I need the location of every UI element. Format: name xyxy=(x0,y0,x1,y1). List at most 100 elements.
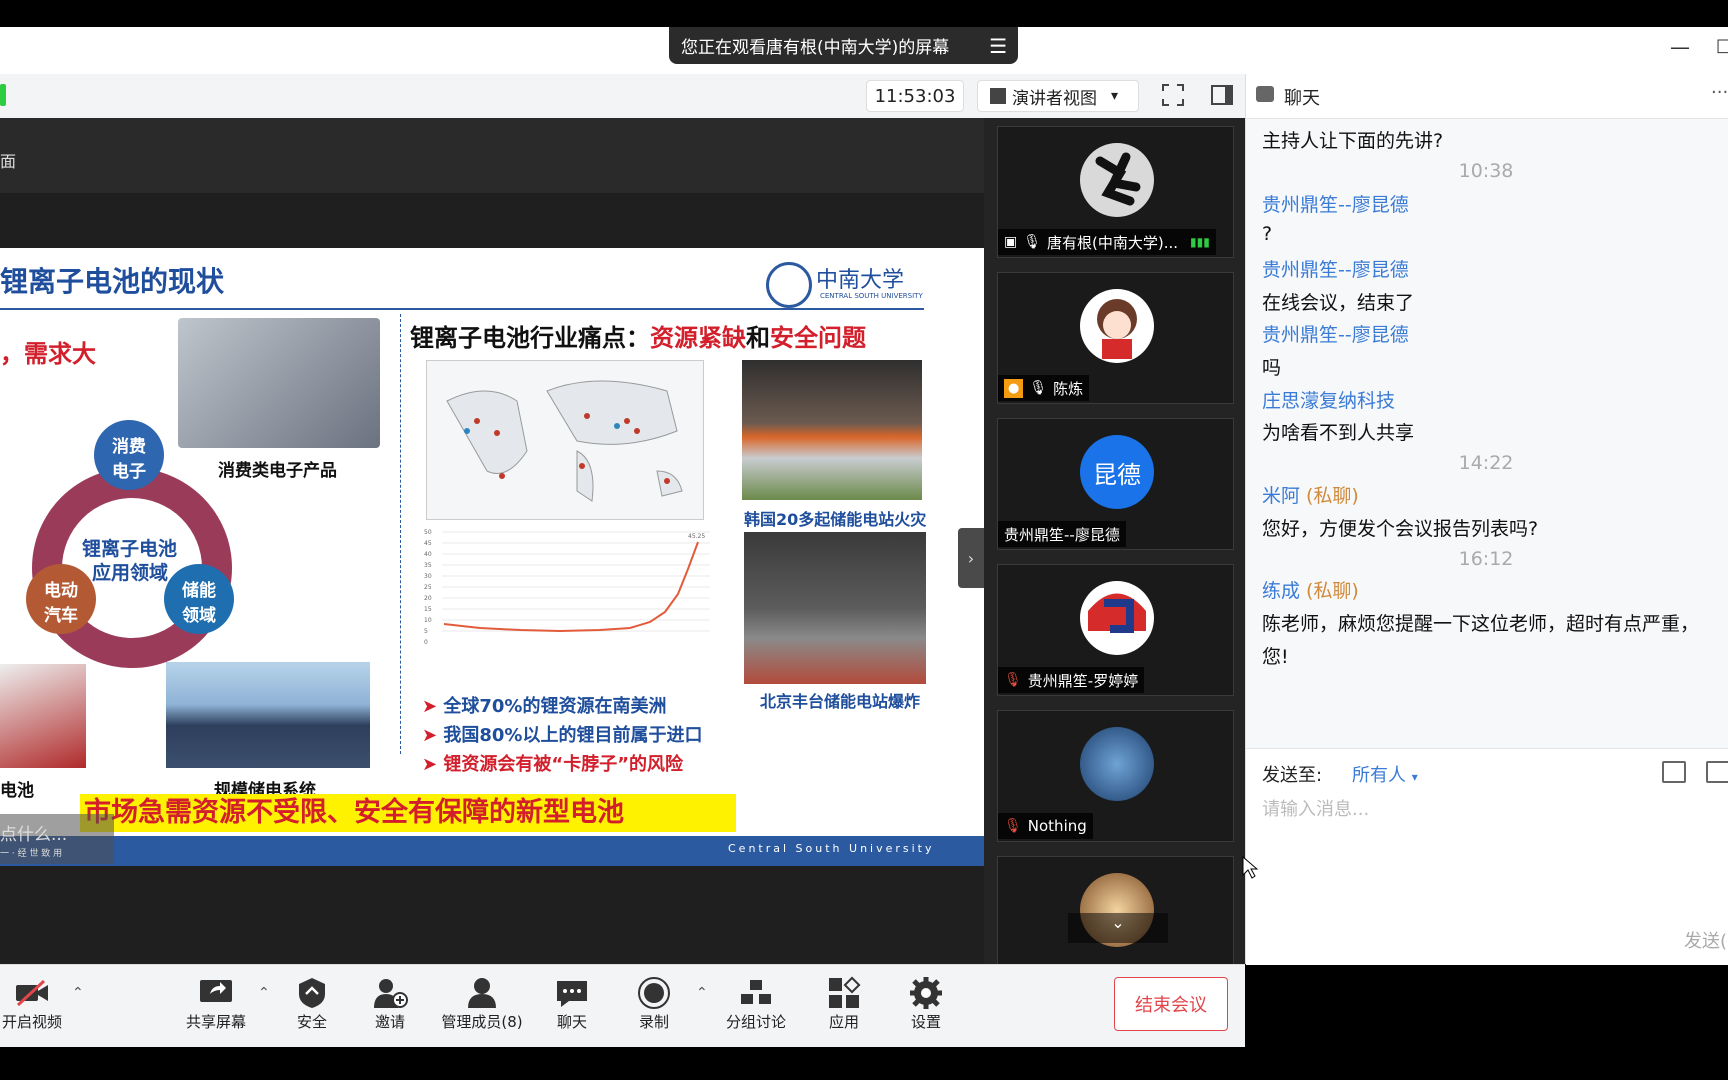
y-tick-35: 35 xyxy=(424,562,432,569)
watching-screen-banner: 您正在观看唐有根(中南大学)的屏幕 ☰ xyxy=(669,27,1018,64)
send-to-dropdown[interactable]: 所有人 ▾ xyxy=(1352,761,1418,787)
chat-sender-private[interactable]: 米阿 (私聊) xyxy=(1262,481,1359,508)
microphone-icon: 🎙 xyxy=(1029,380,1048,396)
participant-namebar: ● 🎙 陈炼 xyxy=(998,375,1090,401)
fire1-caption: 韩国20多起储能电站火灾 xyxy=(744,510,927,529)
node-ev: 电动 汽车 xyxy=(26,564,96,634)
chat-message: 为啥看不到人共享 xyxy=(1262,422,1415,444)
chat-message: 主持人让下面的先讲? xyxy=(1262,130,1444,152)
chat-header: 聊天 ··· xyxy=(1246,74,1728,119)
column-divider xyxy=(400,314,402,754)
chat-message: 您好，方便发个会议报告列表吗? xyxy=(1262,518,1539,540)
y-tick-5: 5 xyxy=(424,628,428,635)
title-underline xyxy=(0,308,924,310)
slide-title: 锂离子电池的现状 xyxy=(0,265,225,298)
share-screen-button[interactable]: 共享屏幕 xyxy=(176,975,256,1032)
participant-name: 贵州鼎笙-罗婷婷 xyxy=(1027,671,1139,690)
annotation-overlay: 点什么... 一 · 经 世 致 用 xyxy=(0,814,114,864)
consumer-devices-image xyxy=(178,318,380,448)
manage-members-button[interactable]: 管理成员(8) xyxy=(432,975,532,1032)
participant-tile[interactable]: ▣ 🎙 唐有根(中南大学)... ▮▮▮ xyxy=(997,126,1234,258)
participant-tile[interactable]: 🎙 贵州鼎笙-罗婷婷 xyxy=(997,564,1234,696)
chat-title: 聊天 xyxy=(1284,88,1320,109)
ev-label: 电池 xyxy=(0,781,34,801)
folder-icon[interactable] xyxy=(1662,761,1686,783)
screenshot-icon[interactable] xyxy=(1706,761,1728,783)
chat-sender-private[interactable]: 练成 (私聊) xyxy=(1262,576,1359,603)
presenter-toolbar-strip: 面 xyxy=(0,118,984,193)
left-subtitle: ，需求大 xyxy=(0,340,96,368)
presentation-slide: 锂离子电池的现状 中南大学 CENTRAL SOUTH UNIVERSITY ，… xyxy=(0,248,984,866)
circle-center-line1: 锂离子电池 xyxy=(82,538,178,560)
participant-tile[interactable]: ⌄ xyxy=(997,856,1234,968)
chat-message: 在线会议，结束了 xyxy=(1262,292,1415,314)
participant-namebar: ▣ 🎙 唐有根(中南大学)... ▮▮▮ xyxy=(998,229,1216,255)
world-lithium-map xyxy=(426,360,704,520)
sidebar-toggle-icon[interactable] xyxy=(1209,82,1235,108)
signal-indicator-icon xyxy=(0,84,6,106)
avatar xyxy=(1080,581,1154,655)
solar-grid-image xyxy=(166,662,370,768)
chevron-down-icon: ▾ xyxy=(1111,88,1119,104)
y-tick-45: 45 xyxy=(424,540,432,547)
overlay-subtext: 一 · 经 世 致 用 xyxy=(0,849,63,859)
scroll-down-icon[interactable]: ⌄ xyxy=(1068,913,1168,943)
minimize-button[interactable]: — xyxy=(1670,35,1690,59)
chat-sender[interactable]: 贵州鼎笙--廖昆德 xyxy=(1262,190,1409,217)
participant-tile[interactable]: 昆德 贵州鼎笙--廖昆德 xyxy=(997,418,1234,550)
participant-namebar: 🎙 Nothing xyxy=(998,813,1093,839)
security-button[interactable]: 安全 xyxy=(272,975,352,1032)
meeting-controls: 开启视频 ⌃ 共享屏幕 ⌃ 安全 邀请 管理成员(8) 聊天 录制 ⌃ 分组讨论… xyxy=(0,964,1245,1047)
record-button[interactable]: 录制 xyxy=(614,975,694,1032)
shared-screen-area: 面 锂离子电池的现状 中南大学 CENTRAL SOUTH UNIVERSITY… xyxy=(0,118,984,964)
participant-name: 陈炼 xyxy=(1053,379,1084,398)
invite-button[interactable]: 邀请 xyxy=(350,975,430,1032)
banner-menu-icon[interactable]: ☰ xyxy=(978,34,1018,58)
chat-message: 吗 xyxy=(1262,357,1282,379)
video-options-chevron-icon[interactable]: ⌃ xyxy=(72,985,84,1001)
start-video-button[interactable]: 开启视频 xyxy=(0,975,72,1032)
signal-strength-icon: ▮▮▮ xyxy=(1190,235,1210,249)
bullet-item: ➤ 我国80%以上的锂目前属于进口 xyxy=(422,725,703,746)
more-options-icon[interactable]: ··· xyxy=(1711,82,1728,103)
person-icon: ● xyxy=(1004,378,1024,398)
message-input[interactable]: 请输入消息... xyxy=(1262,795,1369,821)
participant-tile[interactable]: 🎙 Nothing xyxy=(997,710,1234,842)
send-button[interactable]: 发送( xyxy=(1684,927,1727,953)
avatar xyxy=(1080,289,1154,363)
send-to-label: 发送至: xyxy=(1262,765,1323,786)
avatar xyxy=(1080,143,1154,217)
microphone-muted-icon: 🎙 xyxy=(1004,818,1022,834)
participant-name: 唐有根(中南大学)... xyxy=(1047,233,1179,252)
breakout-rooms-button[interactable]: 分组讨论 xyxy=(716,975,796,1032)
pain-points-heading: 锂离子电池行业痛点：资源紧缺和安全问题 xyxy=(410,324,866,352)
university-logo-icon xyxy=(766,262,812,308)
y-tick-30: 30 xyxy=(424,573,432,580)
fullscreen-icon[interactable] xyxy=(1160,82,1186,108)
apps-button[interactable]: 应用 xyxy=(804,975,884,1032)
slide-footer-bar: Central South University xyxy=(0,836,984,866)
microphone-icon: 🎙 xyxy=(1023,234,1042,250)
screen-share-icon: ▣ xyxy=(1004,234,1018,250)
chat-sender[interactable]: 庄思濛复纳科技 xyxy=(1262,386,1395,413)
chat-sender[interactable]: 贵州鼎笙--廖昆德 xyxy=(1262,320,1409,347)
chat-sender[interactable]: 贵州鼎笙--廖昆德 xyxy=(1262,255,1409,282)
participant-name: Nothing xyxy=(1027,817,1087,835)
end-meeting-button[interactable]: 结束会议 xyxy=(1114,977,1228,1031)
participant-tile[interactable]: ● 🎙 陈炼 xyxy=(997,272,1234,404)
maximize-button[interactable]: □ xyxy=(1716,35,1728,56)
view-mode-label: 演讲者视图 xyxy=(1012,88,1097,109)
settings-button[interactable]: 设置 xyxy=(886,975,966,1032)
y-tick-0: 0 xyxy=(424,639,428,646)
chat-timestamp: 16:12 xyxy=(1458,548,1514,570)
view-mode-dropdown[interactable]: 演讲者视图 ▾ xyxy=(977,80,1139,112)
share-options-chevron-icon[interactable]: ⌃ xyxy=(258,985,270,1001)
chat-panel: 聊天 ··· 主持人让下面的先讲? 10:38 贵州鼎笙--廖昆德 ? 贵州鼎笙… xyxy=(1245,74,1728,965)
collapse-panel-icon[interactable]: › xyxy=(958,528,984,588)
bullet-item: ➤ 全球70%的锂资源在南美洲 xyxy=(422,696,667,717)
chat-compose-area: 发送至: 所有人 ▾ 请输入消息... 发送( xyxy=(1246,748,1728,965)
chat-button[interactable]: 聊天 xyxy=(532,975,612,1032)
corner-label: 面 xyxy=(0,152,17,171)
record-options-chevron-icon[interactable]: ⌃ xyxy=(696,985,708,1001)
y-tick-20: 20 xyxy=(424,595,432,602)
